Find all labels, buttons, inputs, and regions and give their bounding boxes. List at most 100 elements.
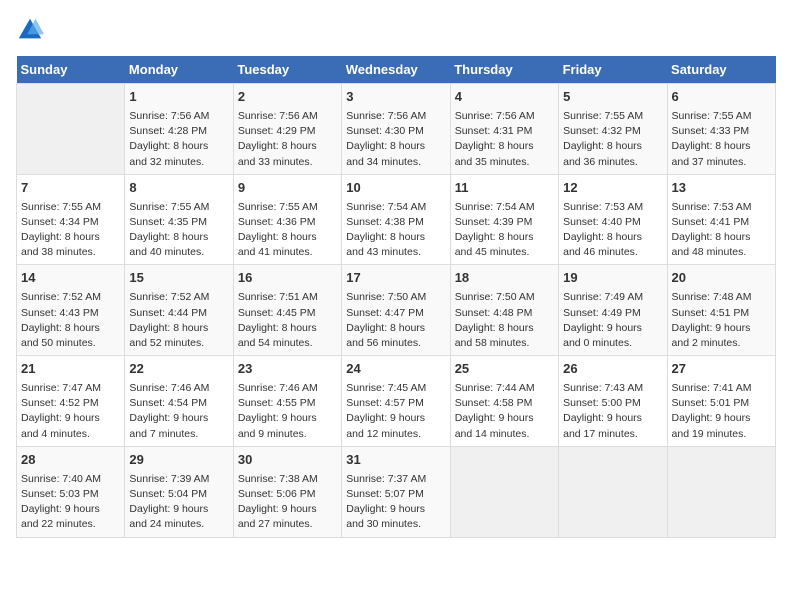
calendar-cell: 11 Sunrise: 7:54 AMSunset: 4:39 PMDayligh… — [450, 174, 558, 265]
calendar-cell: 10 Sunrise: 7:54 AMSunset: 4:38 PMDayligh… — [342, 174, 450, 265]
day-info: Sunrise: 7:56 AMSunset: 4:29 PMDaylight:… — [238, 109, 337, 170]
calendar-cell: 18Sunrise: 7:50 AMSunset: 4:48 PMDayligh… — [450, 265, 558, 356]
day-info: Sunrise: 7:54 AMSunset: 4:39 PMDaylight:… — [455, 200, 554, 261]
calendar-cell: 20 Sunrise: 7:48 AMSunset: 4:51 PMDayligh… — [667, 265, 775, 356]
day-number: 23 — [238, 360, 337, 379]
calendar-cell: 21Sunrise: 7:47 AMSunset: 4:52 PMDayligh… — [17, 356, 125, 447]
calendar-table: SundayMondayTuesdayWednesdayThursdayFrid… — [16, 56, 776, 538]
calendar-cell: 4 Sunrise: 7:56 AMSunset: 4:31 PMDaylight… — [450, 84, 558, 175]
day-number: 1 — [129, 88, 228, 107]
day-info: Sunrise: 7:55 AMSunset: 4:35 PMDaylight:… — [129, 200, 228, 261]
day-info: Sunrise: 7:55 AMSunset: 4:36 PMDaylight:… — [238, 200, 337, 261]
header-day-thursday: Thursday — [450, 56, 558, 84]
day-info: Sunrise: 7:37 AMSunset: 5:07 PMDaylight:… — [346, 472, 445, 533]
header-row: SundayMondayTuesdayWednesdayThursdayFrid… — [17, 56, 776, 84]
calendar-cell: 24 Sunrise: 7:45 AMSunset: 4:57 PMDayligh… — [342, 356, 450, 447]
calendar-cell: 7Sunrise: 7:55 AMSunset: 4:34 PMDaylight… — [17, 174, 125, 265]
day-info: Sunrise: 7:54 AMSunset: 4:38 PMDaylight:… — [346, 200, 445, 261]
calendar-cell: 14Sunrise: 7:52 AMSunset: 4:43 PMDayligh… — [17, 265, 125, 356]
day-info: Sunrise: 7:52 AMSunset: 4:43 PMDaylight:… — [21, 290, 120, 351]
day-number: 19 — [563, 269, 662, 288]
calendar-cell: 2 Sunrise: 7:56 AMSunset: 4:29 PMDaylight… — [233, 84, 341, 175]
calendar-cell: 3 Sunrise: 7:56 AMSunset: 4:30 PMDaylight… — [342, 84, 450, 175]
day-info: Sunrise: 7:55 AMSunset: 4:34 PMDaylight:… — [21, 200, 120, 261]
day-number: 4 — [455, 88, 554, 107]
day-number: 27 — [672, 360, 771, 379]
day-info: Sunrise: 7:49 AMSunset: 4:49 PMDaylight:… — [563, 290, 662, 351]
calendar-cell: 13 Sunrise: 7:53 AMSunset: 4:41 PMDayligh… — [667, 174, 775, 265]
calendar-cell: 23 Sunrise: 7:46 AMSunset: 4:55 PMDayligh… — [233, 356, 341, 447]
day-number: 10 — [346, 179, 445, 198]
day-number: 9 — [238, 179, 337, 198]
calendar-cell: 26 Sunrise: 7:43 AMSunset: 5:00 PMDayligh… — [559, 356, 667, 447]
day-number: 26 — [563, 360, 662, 379]
calendar-cell — [450, 446, 558, 537]
header-day-wednesday: Wednesday — [342, 56, 450, 84]
calendar-cell: 1Sunrise: 7:56 AMSunset: 4:28 PMDaylight… — [125, 84, 233, 175]
day-info: Sunrise: 7:45 AMSunset: 4:57 PMDaylight:… — [346, 381, 445, 442]
day-info: Sunrise: 7:47 AMSunset: 4:52 PMDaylight:… — [21, 381, 120, 442]
day-info: Sunrise: 7:52 AMSunset: 4:44 PMDaylight:… — [129, 290, 228, 351]
calendar-week-3: 14Sunrise: 7:52 AMSunset: 4:43 PMDayligh… — [17, 265, 776, 356]
day-number: 13 — [672, 179, 771, 198]
calendar-cell — [559, 446, 667, 537]
day-info: Sunrise: 7:53 AMSunset: 4:40 PMDaylight:… — [563, 200, 662, 261]
calendar-cell: 25Sunrise: 7:44 AMSunset: 4:58 PMDayligh… — [450, 356, 558, 447]
calendar-cell: 28 Sunrise: 7:40 AMSunset: 5:03 PMDayligh… — [17, 446, 125, 537]
calendar-cell — [17, 84, 125, 175]
header-day-monday: Monday — [125, 56, 233, 84]
day-info: Sunrise: 7:55 AMSunset: 4:32 PMDaylight:… — [563, 109, 662, 170]
header-day-saturday: Saturday — [667, 56, 775, 84]
calendar-cell: 29 Sunrise: 7:39 AMSunset: 5:04 PMDayligh… — [125, 446, 233, 537]
day-number: 28 — [21, 451, 120, 470]
calendar-cell: 12 Sunrise: 7:53 AMSunset: 4:40 PMDayligh… — [559, 174, 667, 265]
header-day-sunday: Sunday — [17, 56, 125, 84]
day-info: Sunrise: 7:50 AMSunset: 4:47 PMDaylight:… — [346, 290, 445, 351]
calendar-week-1: 1Sunrise: 7:56 AMSunset: 4:28 PMDaylight… — [17, 84, 776, 175]
day-info: Sunrise: 7:56 AMSunset: 4:31 PMDaylight:… — [455, 109, 554, 170]
day-info: Sunrise: 7:48 AMSunset: 4:51 PMDaylight:… — [672, 290, 771, 351]
page-header — [16, 16, 776, 44]
calendar-cell: 6Sunrise: 7:55 AMSunset: 4:33 PMDaylight… — [667, 84, 775, 175]
calendar-cell: 9 Sunrise: 7:55 AMSunset: 4:36 PMDaylight… — [233, 174, 341, 265]
day-info: Sunrise: 7:39 AMSunset: 5:04 PMDaylight:… — [129, 472, 228, 533]
calendar-header: SundayMondayTuesdayWednesdayThursdayFrid… — [17, 56, 776, 84]
calendar-cell: 27 Sunrise: 7:41 AMSunset: 5:01 PMDayligh… — [667, 356, 775, 447]
day-number: 30 — [238, 451, 337, 470]
day-info: Sunrise: 7:53 AMSunset: 4:41 PMDaylight:… — [672, 200, 771, 261]
calendar-cell: 8 Sunrise: 7:55 AMSunset: 4:35 PMDaylight… — [125, 174, 233, 265]
day-number: 24 — [346, 360, 445, 379]
day-number: 15 — [129, 269, 228, 288]
day-number: 22 — [129, 360, 228, 379]
calendar-cell: 17 Sunrise: 7:50 AMSunset: 4:47 PMDayligh… — [342, 265, 450, 356]
day-number: 3 — [346, 88, 445, 107]
day-info: Sunrise: 7:43 AMSunset: 5:00 PMDaylight:… — [563, 381, 662, 442]
day-number: 20 — [672, 269, 771, 288]
calendar-week-5: 28 Sunrise: 7:40 AMSunset: 5:03 PMDayligh… — [17, 446, 776, 537]
day-info: Sunrise: 7:40 AMSunset: 5:03 PMDaylight:… — [21, 472, 120, 533]
day-info: Sunrise: 7:41 AMSunset: 5:01 PMDaylight:… — [672, 381, 771, 442]
day-info: Sunrise: 7:38 AMSunset: 5:06 PMDaylight:… — [238, 472, 337, 533]
day-number: 2 — [238, 88, 337, 107]
calendar-cell — [667, 446, 775, 537]
day-number: 29 — [129, 451, 228, 470]
header-day-tuesday: Tuesday — [233, 56, 341, 84]
calendar-body: 1Sunrise: 7:56 AMSunset: 4:28 PMDaylight… — [17, 84, 776, 538]
calendar-cell: 19 Sunrise: 7:49 AMSunset: 4:49 PMDayligh… — [559, 265, 667, 356]
calendar-cell: 16Sunrise: 7:51 AMSunset: 4:45 PMDayligh… — [233, 265, 341, 356]
day-info: Sunrise: 7:46 AMSunset: 4:55 PMDaylight:… — [238, 381, 337, 442]
calendar-week-2: 7Sunrise: 7:55 AMSunset: 4:34 PMDaylight… — [17, 174, 776, 265]
calendar-cell: 30 Sunrise: 7:38 AMSunset: 5:06 PMDayligh… — [233, 446, 341, 537]
day-info: Sunrise: 7:55 AMSunset: 4:33 PMDaylight:… — [672, 109, 771, 170]
day-number: 12 — [563, 179, 662, 198]
calendar-cell: 5Sunrise: 7:55 AMSunset: 4:32 PMDaylight… — [559, 84, 667, 175]
day-number: 16 — [238, 269, 337, 288]
header-day-friday: Friday — [559, 56, 667, 84]
calendar-cell: 31Sunrise: 7:37 AMSunset: 5:07 PMDayligh… — [342, 446, 450, 537]
day-info: Sunrise: 7:46 AMSunset: 4:54 PMDaylight:… — [129, 381, 228, 442]
day-number: 17 — [346, 269, 445, 288]
day-number: 11 — [455, 179, 554, 198]
day-number: 25 — [455, 360, 554, 379]
day-info: Sunrise: 7:56 AMSunset: 4:30 PMDaylight:… — [346, 109, 445, 170]
day-number: 8 — [129, 179, 228, 198]
